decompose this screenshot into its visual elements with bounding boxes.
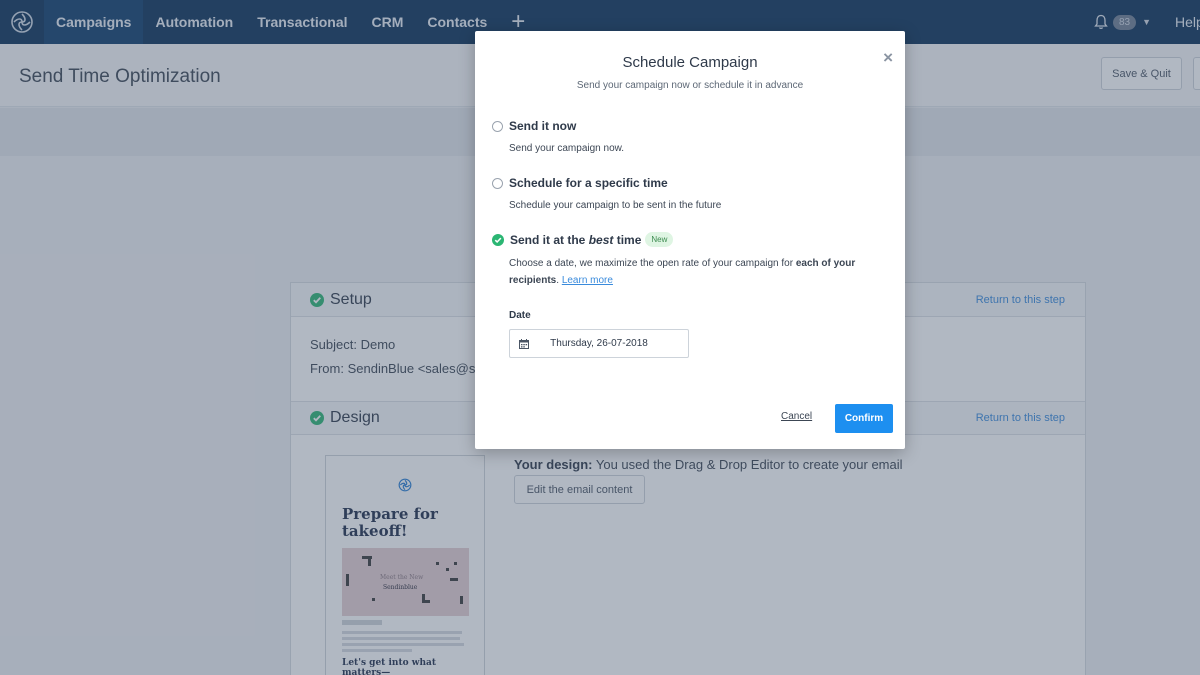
cancel-button[interactable]: Cancel [781, 411, 812, 422]
best-time-desc-suffix: . [556, 275, 560, 286]
option-send-now[interactable]: Send it now [492, 119, 576, 133]
check-circle-icon[interactable] [492, 233, 504, 246]
best-time-desc-prefix: Choose a date, we maximize the open rate… [509, 258, 796, 269]
date-picker-field[interactable]: Thursday, 26-07-2018 [509, 329, 689, 358]
option-schedule-specific[interactable]: Schedule for a specific time [492, 176, 668, 190]
date-value: Thursday, 26-07-2018 [550, 338, 648, 349]
option-best-time-prefix: Send it at the [510, 232, 589, 247]
option-schedule-specific-label: Schedule for a specific time [509, 176, 668, 190]
option-send-now-description: Send your campaign now. [509, 143, 625, 154]
confirm-button[interactable]: Confirm [835, 404, 893, 433]
new-badge: New [645, 232, 674, 247]
date-label: Date [509, 310, 531, 321]
option-schedule-specific-description: Schedule your campaign to be sent in the… [509, 200, 722, 211]
radio-send-now[interactable] [492, 120, 503, 132]
option-best-time-label: Send it at the best time [510, 233, 641, 247]
modal-subtitle: Send your campaign now or schedule it in… [576, 80, 804, 91]
modal-title: Schedule Campaign [622, 54, 758, 71]
schedule-campaign-modal: × Schedule Campaign Send your campaign n… [475, 31, 905, 449]
option-best-time[interactable]: Send it at the best time New [492, 232, 674, 247]
option-send-now-label: Send it now [509, 119, 577, 133]
option-best-time-emphasis: best [588, 232, 614, 247]
option-best-time-suffix: time [613, 232, 642, 247]
learn-more-link[interactable]: Learn more [562, 275, 613, 286]
option-best-time-description: Choose a date, we maximize the open rate… [509, 255, 879, 289]
radio-schedule-specific[interactable] [492, 177, 503, 189]
